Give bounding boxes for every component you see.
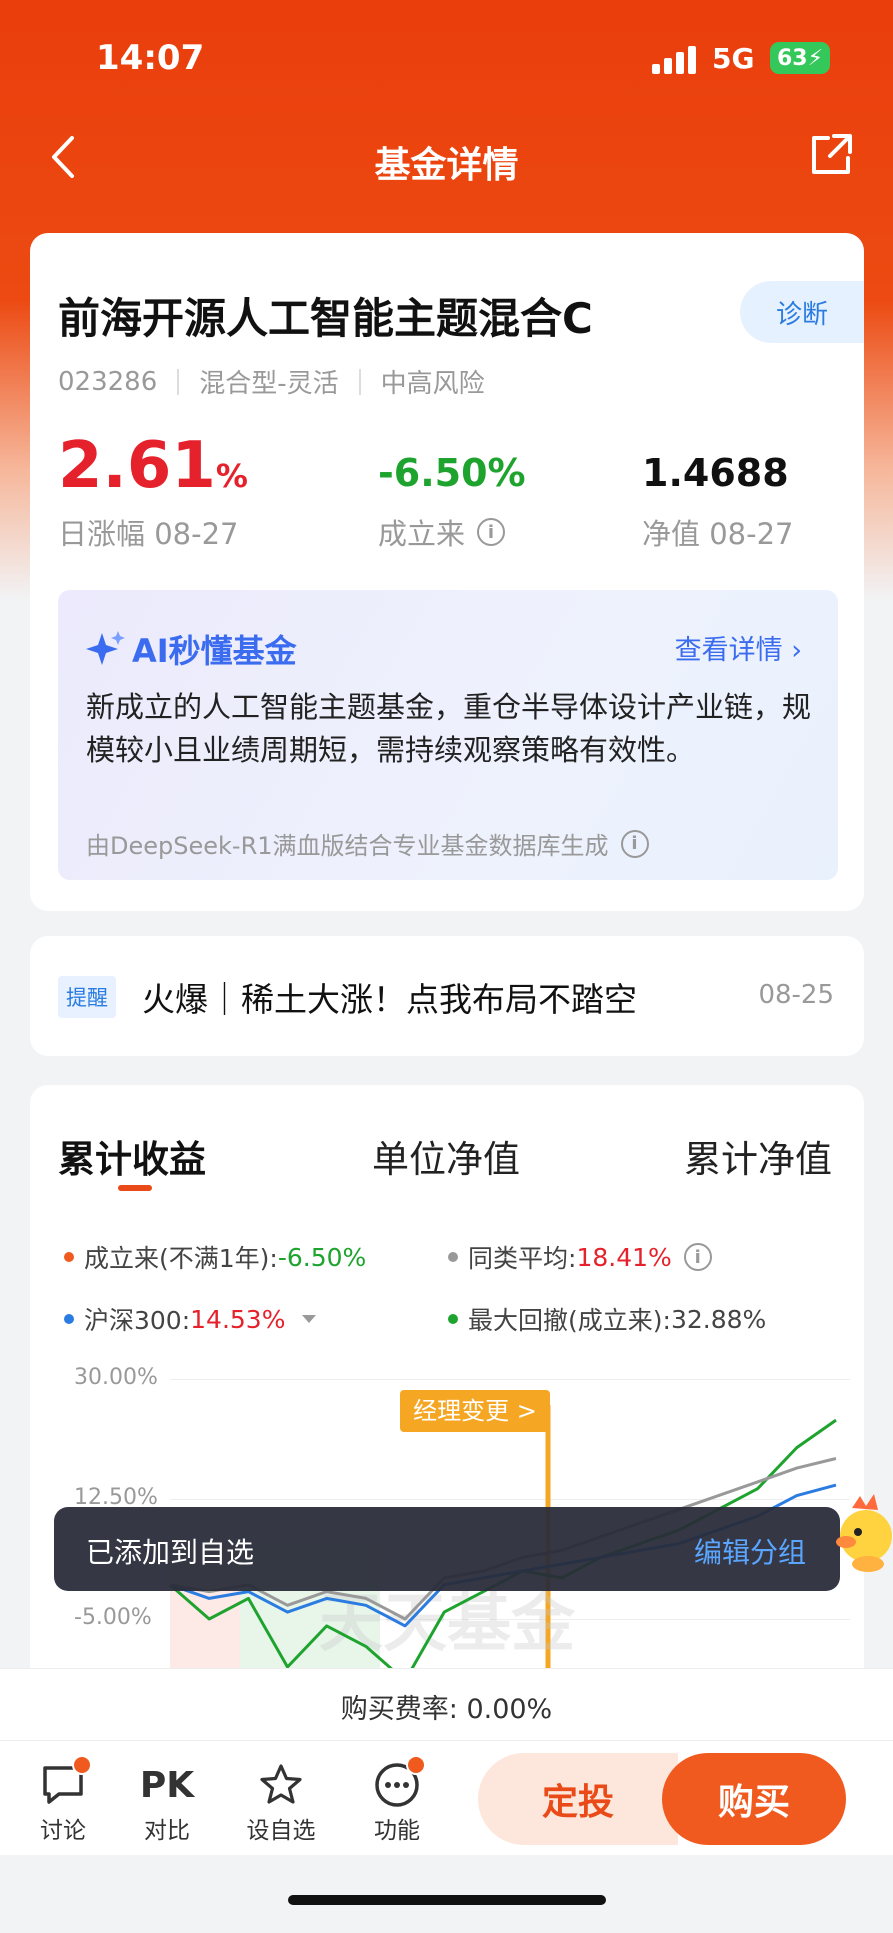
fund-summary-card: 前海开源人工智能主题混合C 诊断 023286 混合型-灵活 中高风险 2.61… — [30, 233, 864, 911]
pk-icon: PK — [139, 1764, 195, 1806]
notice-date: 08-25 — [758, 980, 834, 1010]
more-functions-label: 功能 — [374, 1818, 420, 1844]
add-watchlist-label: 设自选 — [246, 1818, 316, 1844]
diagnose-button[interactable]: 诊断 — [740, 281, 864, 343]
since-inception-value: -6.50% — [378, 451, 526, 495]
fund-type: 混合型-灵活 — [199, 369, 339, 399]
notice-card[interactable]: 提醒 火爆｜稀土大涨！点我布局不踏空 08-25 — [30, 936, 864, 1056]
home-indicator[interactable] — [288, 1895, 606, 1905]
signal-icon — [652, 46, 700, 74]
status-bar: 14:07 5G 63 ⚡ — [0, 0, 893, 110]
nav-bar: 基金详情 — [0, 118, 893, 198]
ai-summary-source: 由DeepSeek-R1满血版结合专业基金数据库生成 i — [86, 826, 649, 861]
nav-label: 净值 08-27 — [642, 517, 794, 551]
sip-button[interactable]: 定投 — [478, 1753, 678, 1845]
divider — [177, 368, 180, 395]
nav-value: 1.4688 — [642, 451, 789, 495]
network-type: 5G — [712, 42, 755, 75]
ai-summary-title: AI秒懂基金 — [86, 626, 297, 672]
daily-change-label: 日涨幅 08-27 — [58, 517, 239, 551]
info-icon[interactable]: i — [477, 518, 506, 546]
fund-code: 023286 — [58, 366, 158, 397]
bottom-action-bar: 讨论 PK 对比 设自选 功能 定投 购买 — [0, 1740, 893, 1855]
fund-risk: 中高风险 — [380, 369, 485, 399]
ai-summary-text: 新成立的人工智能主题基金，重仓半导体设计产业链，规模较小且业绩周期短，需持续观察… — [86, 690, 812, 767]
notification-badge — [72, 1755, 92, 1775]
add-watchlist-button[interactable]: 设自选 — [236, 1759, 326, 1845]
discuss-label: 讨论 — [40, 1818, 86, 1844]
home-indicator-area — [0, 1855, 893, 1933]
toast-message: 已添加到自选 — [86, 1536, 255, 1569]
notice-tag: 提醒 — [58, 976, 116, 1018]
info-icon[interactable]: i — [620, 829, 649, 858]
discuss-button[interactable]: 讨论 — [18, 1755, 108, 1845]
notification-badge — [406, 1755, 426, 1775]
divider — [358, 368, 361, 395]
ai-summary-more-link[interactable]: 查看详情 › — [675, 628, 802, 667]
buy-button[interactable]: 购买 — [662, 1753, 846, 1845]
manager-change-label: 经理变更 > — [413, 1397, 537, 1425]
share-icon[interactable] — [806, 130, 856, 180]
sparkle-icon — [86, 631, 125, 665]
page-title: 基金详情 — [374, 145, 519, 186]
daily-change-value: 2.61% — [58, 429, 248, 503]
status-time: 14:07 — [96, 38, 205, 78]
purchase-fee-rate: 购买费率: 0.00% — [340, 1694, 553, 1725]
compare-button[interactable]: PK 对比 — [122, 1759, 212, 1845]
mascot-icon[interactable] — [832, 1490, 892, 1580]
more-functions-button[interactable]: 功能 — [352, 1755, 442, 1845]
edit-group-button[interactable]: 编辑分组 — [694, 1531, 806, 1571]
ai-summary-box[interactable]: AI秒懂基金 查看详情 › 新成立的人工智能主题基金，重仓半导体设计产业链，规模… — [58, 590, 838, 880]
star-icon — [260, 1764, 302, 1804]
fee-bar: 购买费率: 0.00% — [0, 1668, 893, 1740]
fund-name: 前海开源人工智能主题混合C — [58, 294, 593, 343]
toast-notification: 已添加到自选 编辑分组 — [54, 1507, 840, 1591]
since-inception-label: 成立来 i — [378, 511, 506, 553]
fund-meta: 023286 混合型-灵活 中高风险 — [58, 363, 485, 400]
compare-label: 对比 — [144, 1818, 190, 1844]
notice-text: 火爆｜稀土大涨！点我布局不踏空 — [142, 980, 637, 1019]
battery-icon: 63 ⚡ — [770, 42, 830, 74]
